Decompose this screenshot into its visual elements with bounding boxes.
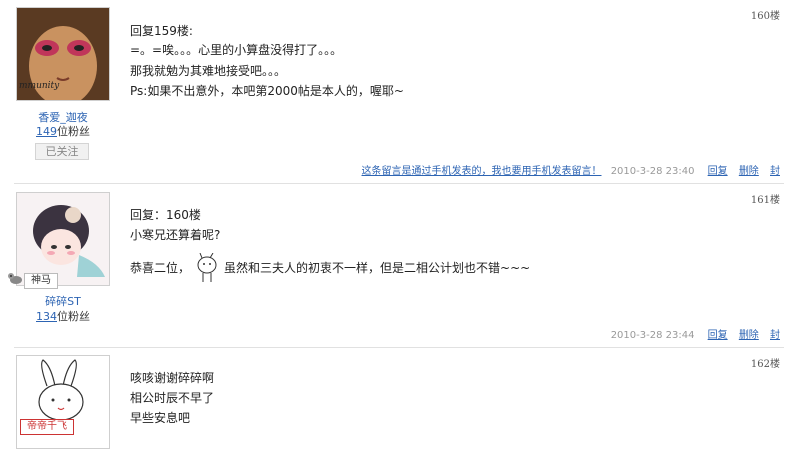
post-text-line: 小寒兄还算着呢? [130,228,221,242]
avatar-anime-image [17,193,109,285]
post-text-line: Ps:如果不出意外，本吧第2000帖是本人的，喔耶~ [130,84,404,98]
delete-link[interactable]: 删除 [739,330,759,341]
delete-link[interactable]: 删除 [739,166,759,177]
fans-count: 134位粉丝 [16,308,110,324]
ban-link[interactable]: 封 [770,166,780,177]
user-badge: 帝帝千飞 [20,419,74,435]
avatar[interactable]: mmunity [16,7,110,101]
mobile-post-link[interactable]: 这条留言是通过手机发表的，我也要用手机发表留言！ [362,166,602,177]
post-divider [14,183,784,184]
avatar-face-image: mmunity [17,8,109,100]
mouse-icon [8,273,22,284]
post-text-line: 咳咳谢谢碎碎啊 [130,371,215,385]
floor-number: 162楼 [750,359,780,370]
post-text-line: 恭喜二位， 虽然和三夫人的初衷不一样，但是二相公计划也不错~~~ [130,253,530,283]
reply-link[interactable]: 回复 [708,330,728,341]
post-time: 2010-3-28 23:44 [610,330,695,341]
post-text-segment: 虽然和三夫人的初衷不一样，但是二相公计划也不错~~~ [224,261,531,275]
floor-number: 160楼 [750,11,780,22]
post-meta: 这条留言是通过手机发表的，我也要用手机发表留言！ 2010-3-28 23:40… [362,162,781,177]
user-badge: 神马 [24,273,58,289]
fans-suffix: 位粉丝 [57,125,90,138]
fans-count-link[interactable]: 134 [36,310,57,323]
reply-link[interactable]: 回复 [708,166,728,177]
ban-link[interactable]: 封 [770,330,780,341]
svg-text:mmunity: mmunity [19,81,60,91]
rabbit-emoticon-icon [197,253,217,282]
post-text-segment: 恭喜二位， [130,261,191,275]
post-meta: 2010-3-28 23:44 回复 删除 封 [611,326,780,341]
fans-count: 149位粉丝 [16,123,110,139]
reply-reference: 回复：160楼 [130,208,201,222]
post-divider [14,347,784,348]
fans-count-link[interactable]: 149 [36,125,57,138]
reply-reference: 回复159楼: [130,24,193,38]
follow-button[interactable]: 已关注 [35,143,89,160]
avatar[interactable] [16,192,110,286]
post-time: 2010-3-28 23:40 [610,166,695,177]
username-link[interactable]: 碎碎ST [16,293,110,309]
post-text-line: 那我就勉为其难地接受吧。。。 [130,64,287,78]
floor-number: 161楼 [750,195,780,206]
fans-suffix: 位粉丝 [57,310,90,323]
post-text-line: 早些安息吧 [130,411,191,425]
post-text-line: =。=唉。。。心里的小算盘没得打了。。。 [130,43,343,57]
post-text-line: 相公时辰不早了 [130,391,215,405]
